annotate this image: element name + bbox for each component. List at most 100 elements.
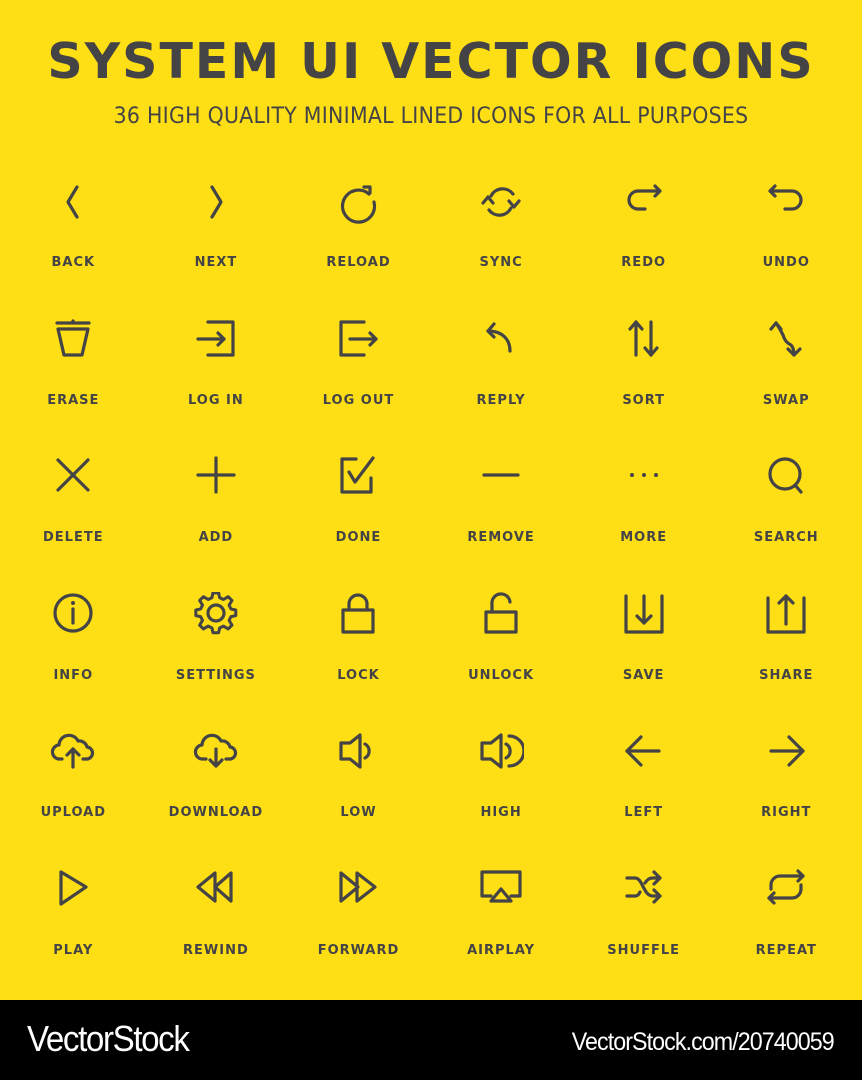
icon-label: LOG IN (187, 392, 244, 408)
sync-icon (481, 187, 521, 217)
icon-tile-sync[interactable]: SYNC (430, 165, 573, 303)
icon-tile-back[interactable]: BACK (2, 165, 145, 303)
plus-icon (196, 456, 236, 494)
icon-tile-add[interactable]: ADD (145, 440, 288, 578)
icon-label: UNDO (762, 255, 810, 270)
icon-tile-shuffle[interactable]: SHUFFLE (572, 853, 715, 991)
icon-tile-more[interactable]: MORE (572, 440, 715, 578)
icon-label: LOCK (337, 667, 380, 683)
footer-reference: VectorStock.com/20740059 (571, 1028, 835, 1056)
icon-tile-download[interactable]: DOWNLOAD (145, 715, 288, 853)
icon-label: LEFT (624, 805, 664, 821)
icon-label: AIRPLAY (467, 942, 536, 958)
icon-tile-forward[interactable]: FORWARD (287, 853, 430, 991)
icon-tile-play[interactable]: PLAY (2, 853, 145, 991)
icon-tile-right[interactable]: RIGHT (715, 715, 858, 853)
icon-label: SAVE (622, 667, 665, 683)
icon-tile-remove[interactable]: REMOVE (430, 440, 573, 578)
icon-label: BACK (51, 255, 96, 270)
gear-icon (194, 591, 238, 635)
icon-tile-airplay[interactable]: AIRPLAY (430, 853, 573, 991)
share-icon (766, 594, 806, 634)
repeat-icon (767, 869, 805, 905)
icon-label: UPLOAD (40, 805, 107, 821)
volume-high-icon (480, 733, 525, 769)
checkbox-icon (340, 456, 376, 494)
icon-label: FORWARD (317, 942, 400, 958)
icon-label: PLAY (53, 942, 94, 958)
undo-icon (768, 184, 803, 211)
minus-icon (482, 473, 520, 477)
save-icon (624, 594, 664, 634)
icon-tile-rewind[interactable]: REWIND (145, 853, 288, 991)
icon-label: SHUFFLE (607, 942, 681, 958)
icon-grid: BACK NEXT RELOAD SYNC REDO UNDO ERASE LO… (2, 165, 858, 991)
icon-tile-save[interactable]: SAVE (572, 578, 715, 716)
redo-icon (627, 184, 662, 211)
icon-label: ADD (198, 530, 234, 546)
icon-tile-delete[interactable]: DELETE (2, 440, 145, 578)
icon-label: INFO (53, 667, 94, 683)
icon-tile-left[interactable]: LEFT (572, 715, 715, 853)
icon-tile-erase[interactable]: ERASE (2, 303, 145, 441)
close-icon (56, 458, 90, 492)
icon-label: REMOVE (467, 530, 535, 546)
icon-tile-swap[interactable]: SWAP (715, 303, 858, 441)
icon-tile-reload[interactable]: RELOAD (287, 165, 430, 303)
cloud-upload-icon (51, 734, 95, 769)
icon-label: LOG OUT (322, 392, 395, 408)
icon-tile-low[interactable]: LOW (287, 715, 430, 853)
icon-tile-redo[interactable]: REDO (572, 165, 715, 303)
icon-tile-done[interactable]: DONE (287, 440, 430, 578)
icon-label: REDO (621, 255, 667, 270)
icon-label: DELETE (43, 530, 104, 546)
icon-label: SEARCH (753, 530, 819, 546)
icon-tile-unlock[interactable]: UNLOCK (430, 578, 573, 716)
icon-label: NEXT (194, 255, 238, 270)
icon-label: RELOAD (326, 255, 391, 270)
footer-brand: VectorStock (27, 1018, 190, 1059)
search-icon (768, 457, 803, 494)
info-icon (53, 593, 93, 633)
icon-tile-sort[interactable]: SORT (572, 303, 715, 441)
icon-label: UNLOCK (468, 667, 535, 683)
icon-tile-reply[interactable]: REPLY (430, 303, 573, 441)
icon-tile-log-in[interactable]: LOG IN (145, 303, 288, 441)
icon-tile-high[interactable]: HIGH (430, 715, 573, 853)
icon-label: REPEAT (755, 942, 817, 958)
icon-tile-lock[interactable]: LOCK (287, 578, 430, 716)
volume-low-icon (339, 733, 372, 769)
reply-icon (486, 321, 512, 353)
log-in-icon (196, 319, 235, 357)
fast-forward-icon (339, 871, 378, 903)
icon-label: SORT (622, 392, 666, 408)
log-out-icon (339, 319, 379, 357)
icon-tile-share[interactable]: SHARE (715, 578, 858, 716)
lock-icon (341, 593, 376, 634)
icon-tile-settings[interactable]: SETTINGS (145, 578, 288, 716)
trash-icon (55, 318, 91, 357)
swap-icon (769, 320, 802, 357)
icon-tile-upload[interactable]: UPLOAD (2, 715, 145, 853)
unlock-icon (484, 592, 518, 634)
ellipsis-icon (629, 473, 658, 478)
icon-label: REWIND (183, 942, 249, 958)
arrow-left-icon (625, 735, 661, 767)
icon-label: ERASE (47, 392, 100, 408)
icon-tile-repeat[interactable]: REPEAT (715, 853, 858, 991)
icon-tile-log-out[interactable]: LOG OUT (287, 303, 430, 441)
icon-label: REPLY (476, 392, 526, 408)
cloud-download-icon (193, 734, 237, 768)
icon-tile-next[interactable]: NEXT (145, 165, 288, 303)
icon-label: DONE (335, 530, 382, 546)
play-icon (59, 870, 88, 906)
icon-tile-info[interactable]: INFO (2, 578, 145, 716)
icon-label: SYNC (479, 255, 523, 270)
icon-tile-search[interactable]: SEARCH (715, 440, 858, 578)
shuffle-icon (625, 870, 662, 904)
chevron-left-icon (66, 185, 79, 219)
rewind-icon (196, 871, 233, 903)
icon-tile-undo[interactable]: UNDO (715, 165, 858, 303)
airplay-icon (480, 870, 522, 903)
icon-label: MORE (620, 530, 668, 546)
